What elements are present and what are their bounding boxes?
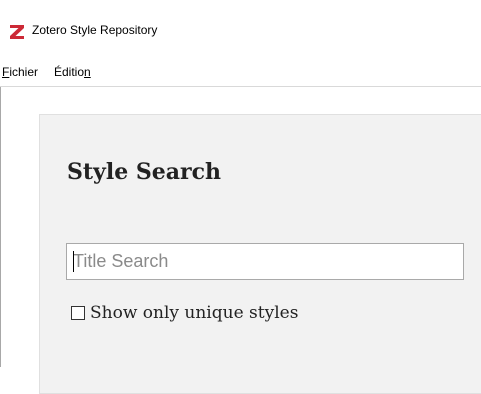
menu-bar: Fichier Édition	[0, 56, 481, 87]
page-content: Style Search Show only unique styles	[1, 87, 481, 394]
unique-styles-option[interactable]: Show only unique styles	[71, 303, 298, 327]
menu-item-edition[interactable]: Édition	[54, 65, 91, 79]
unique-styles-checkbox[interactable]	[71, 306, 85, 320]
menu-item-fichier[interactable]: Fichier	[2, 65, 38, 79]
window-title: Zotero Style Repository	[32, 23, 158, 37]
title-bar: Zotero Style Repository	[0, 0, 481, 56]
zotero-logo-icon	[10, 25, 24, 39]
text-caret	[73, 251, 74, 272]
menu-item-edition-label: Éditio	[54, 65, 85, 79]
menu-item-edition-mnemonic: n	[84, 65, 91, 79]
page-title: Style Search	[67, 159, 221, 185]
unique-styles-label[interactable]: Show only unique styles	[90, 303, 298, 323]
menu-item-fichier-label: ichier	[9, 65, 39, 79]
title-search-input[interactable]	[66, 243, 464, 280]
style-search-panel: Style Search Show only unique styles	[39, 114, 481, 394]
